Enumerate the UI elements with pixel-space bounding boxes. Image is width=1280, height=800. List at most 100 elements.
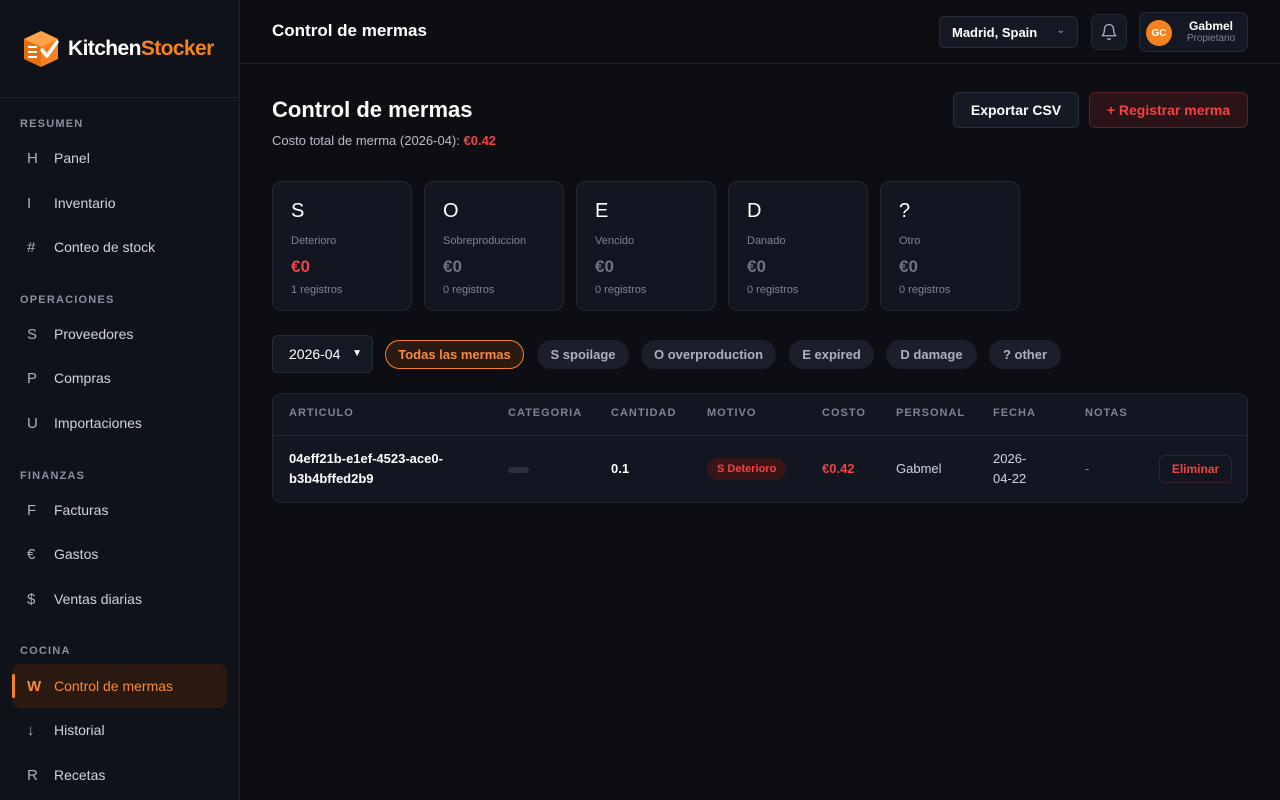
sidebar-item-label: Facturas [54, 502, 109, 518]
quantity: 0.1 [611, 461, 630, 476]
stat-letter: D [747, 200, 762, 222]
stat-count: 0 registros [747, 284, 799, 296]
sidebar-item-label: Importaciones [54, 415, 142, 431]
invoices-icon: F [27, 501, 37, 519]
purchases-icon: P [27, 369, 38, 387]
stat-card-danado: D Danado €0 0 registros [728, 181, 868, 311]
chevron-down-icon: ▼ [352, 348, 362, 359]
column-header: MOTIVO [707, 407, 757, 419]
sidebar-item-facturas[interactable]: F Facturas [12, 488, 227, 532]
total-waste-value: €0.42 [463, 133, 497, 148]
topbar-title: Control de mermas [272, 21, 427, 40]
notifications-button[interactable] [1091, 14, 1127, 50]
cost: €0.42 [822, 461, 855, 476]
nav-section-operaciones: OPERACIONES [20, 294, 115, 306]
brand-name: KitchenStocker [68, 36, 214, 60]
stat-letter: E [595, 200, 609, 222]
column-header: PERSONAL [896, 407, 966, 419]
stat-count: 0 registros [443, 284, 495, 296]
filter-chip-all[interactable]: Todas las mermas [385, 340, 524, 369]
column-header: FECHA [993, 407, 1036, 419]
stat-label: Vencido [595, 235, 635, 247]
sidebar-item-compras[interactable]: P Compras [12, 356, 227, 400]
topbar: Control de mermas Madrid, Spain ⌄ GC Gab… [240, 0, 1280, 64]
filter-chip-damage[interactable]: D damage [886, 340, 977, 369]
sidebar-item-proveedores[interactable]: S Proveedores [12, 312, 227, 356]
sidebar-item-label: Panel [54, 150, 90, 166]
sidebar-item-inventario[interactable]: I Inventario [12, 181, 227, 225]
stat-letter: ? [899, 200, 911, 222]
month-value: 2026-04 [289, 346, 341, 362]
stat-letter: S [291, 200, 305, 222]
stat-value: €0 [291, 257, 310, 276]
export-csv-button[interactable]: Exportar CSV [953, 92, 1079, 128]
sidebar-item-label: Historial [54, 722, 105, 738]
reason-badge: S Deterioro [707, 458, 787, 480]
column-header: COSTO [822, 407, 866, 419]
stat-count: 0 registros [899, 284, 951, 296]
sidebar-item-importaciones[interactable]: U Importaciones [12, 401, 227, 445]
date-line: 2026- [993, 451, 1027, 466]
nav-section-cocina: COCINA [20, 645, 71, 657]
stat-letter: O [443, 200, 459, 222]
location-value: Madrid, Spain [952, 24, 1038, 40]
column-header: CATEGORIA [508, 407, 583, 419]
sidebar-item-ventas[interactable]: $ Ventas diarias [12, 577, 227, 621]
avatar: GC [1146, 20, 1172, 46]
stat-label: Danado [747, 235, 786, 247]
register-waste-button[interactable]: + Registrar merma [1089, 92, 1248, 128]
month-select[interactable]: 2026-04 ▼ [272, 335, 373, 373]
location-select[interactable]: Madrid, Spain ⌄ [939, 16, 1078, 48]
delete-button[interactable]: Eliminar [1159, 455, 1232, 483]
filter-chip-expired[interactable]: E expired [789, 340, 874, 369]
sidebar-item-label: Control de mermas [54, 678, 174, 694]
sidebar-item-recetas[interactable]: R Recetas [12, 753, 227, 797]
page-title: Control de mermas [272, 97, 473, 122]
inventory-icon: I [27, 194, 32, 212]
stat-value: €0 [747, 257, 766, 276]
waste-icon: W [27, 677, 42, 695]
sales-icon: $ [27, 590, 36, 608]
user-name: Gabmel [1188, 19, 1233, 33]
stat-label: Deterioro [291, 235, 337, 247]
sidebar-item-historial[interactable]: ↓ Historial [12, 708, 227, 752]
chevron-down-icon: ⌄ [1056, 25, 1065, 36]
imports-icon: U [27, 414, 38, 432]
brand[interactable]: KitchenStocker [0, 0, 239, 98]
stat-card-vencido: E Vencido €0 0 registros [576, 181, 716, 311]
sidebar-item-conteo[interactable]: # Conteo de stock [12, 225, 227, 269]
box-check-icon [20, 28, 62, 70]
stat-value: €0 [443, 257, 462, 276]
stat-value: €0 [595, 257, 614, 276]
recipes-icon: R [27, 766, 38, 784]
sidebar-item-label: Conteo de stock [54, 239, 156, 255]
sidebar-item-control-mermas[interactable]: W Control de mermas [12, 664, 227, 708]
sidebar-item-label: Ventas diarias [54, 591, 142, 607]
sidebar-item-label: Compras [54, 370, 111, 386]
sidebar-item-label: Recetas [54, 767, 106, 783]
expenses-icon: € [27, 545, 36, 563]
sidebar-item-panel[interactable]: H Panel [12, 136, 227, 180]
category-placeholder [508, 467, 529, 473]
user-menu[interactable]: GC Gabmel Propietario [1139, 12, 1248, 52]
count-icon: # [27, 238, 36, 256]
nav-section-resumen: RESUMEN [20, 118, 84, 130]
nav-section-finanzas: FINANZAS [20, 470, 86, 482]
filter-chip-other[interactable]: ? other [989, 340, 1061, 369]
column-header: CANTIDAD [611, 407, 677, 419]
column-header: NOTAS [1085, 407, 1128, 419]
date-line: 04-22 [993, 471, 1027, 486]
stat-count: 1 registros [291, 284, 343, 296]
sidebar: KitchenStocker RESUMEN H Panel I Inventa… [0, 0, 240, 800]
bell-icon [1101, 23, 1117, 41]
filter-chip-overproduction[interactable]: O overproduction [641, 340, 776, 369]
filter-chip-spoilage[interactable]: S spoilage [537, 340, 629, 369]
sidebar-item-label: Inventario [54, 195, 116, 211]
stat-card-otro: ? Otro €0 0 registros [880, 181, 1020, 311]
article-id: 04eff21b-e1ef-4523-ace0- b3b4bffed2b9 [289, 449, 489, 489]
user-role: Propietario [1186, 33, 1236, 44]
stat-card-sobreproduccion: O Sobreproduccion €0 0 registros [424, 181, 564, 311]
article-id-line: b3b4bffed2b9 [289, 471, 374, 486]
column-header: ARTICULO [289, 407, 354, 419]
sidebar-item-gastos[interactable]: € Gastos [12, 532, 227, 576]
